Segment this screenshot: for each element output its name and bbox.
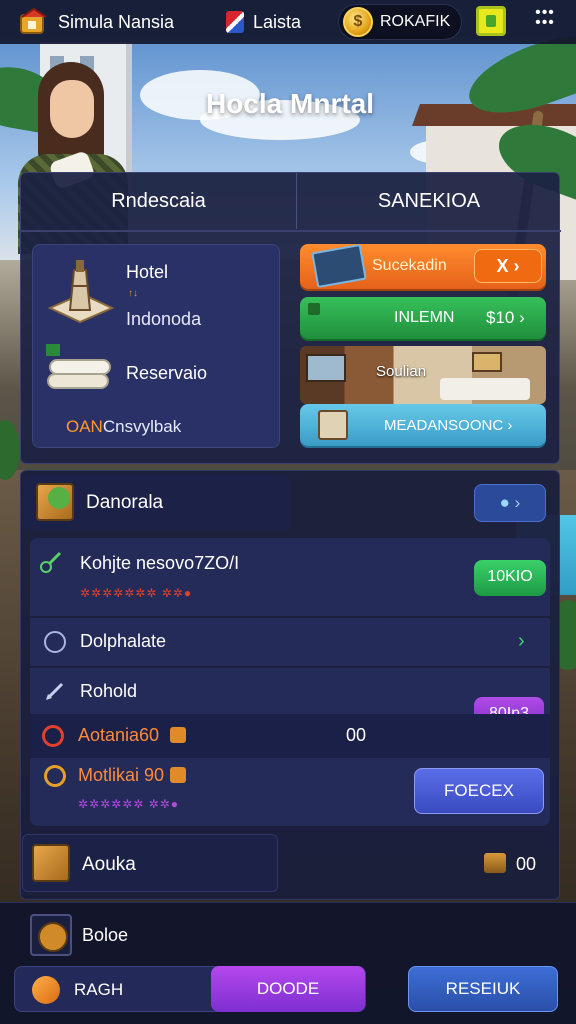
chest-icon (484, 853, 506, 873)
list-item-rating: ✲✲✲✲✲✲✲ ✲✲● (80, 586, 193, 600)
no-entry-icon (42, 725, 64, 747)
badge-icon (170, 727, 186, 743)
tab-ragh[interactable]: RAGH (74, 980, 123, 1000)
hotel-label: Hotel (126, 262, 169, 282)
meadansoonc-label: MEADANSOONC › (384, 417, 513, 434)
ticket-icon (308, 303, 320, 315)
reception-icon (318, 410, 348, 440)
sucekadin-label: Sucekadin (372, 257, 447, 274)
language-selector[interactable]: Laista (253, 12, 301, 33)
app-title: Simula Nansia (58, 12, 175, 32)
close-chip-button[interactable]: X › (474, 249, 542, 283)
chevron-right-icon[interactable]: › (518, 630, 525, 653)
sucekadin-button[interactable]: Sucekadin X › (300, 243, 546, 289)
card-footer-text: OANCnsvylbak (66, 417, 181, 437)
list-item-title: Kohjte nesovo7ZO/I (80, 553, 240, 573)
info-icon (44, 631, 66, 653)
flag-icon[interactable] (226, 11, 244, 33)
inlemn-label: INLEMN (394, 309, 455, 326)
gem-icon[interactable] (476, 6, 506, 36)
towels-icon (46, 344, 111, 389)
card-footer-prefix: OAN (66, 417, 103, 436)
footer-section-label: Boloe (82, 925, 129, 945)
tab-divider (21, 230, 561, 232)
room-preview-label: Soulian (376, 363, 427, 380)
list-item-title: Dolphalate (80, 631, 167, 651)
list-item-action-button[interactable]: 10KIO (474, 560, 546, 596)
list-item-rating: ✲✲✲✲✲✲ ✲✲● (78, 797, 180, 811)
box-icon (32, 844, 70, 882)
crate-icon (36, 483, 74, 521)
tab-sanekioa[interactable]: SANEKIOA (297, 173, 561, 229)
inventory-value: 00 (516, 854, 537, 874)
hotel-tower-icon (47, 260, 115, 324)
list-header-label: Danorala (86, 492, 164, 513)
list-item[interactable] (30, 538, 550, 616)
hotel-tiny-marker: ↑↓ (128, 288, 138, 299)
compass-icon[interactable] (30, 914, 72, 956)
tab-rndescaia[interactable]: Rndescaia (21, 173, 297, 229)
inlemn-button[interactable]: INLEMN $10 › (300, 297, 546, 339)
pencil-icon (46, 682, 64, 700)
badge-icon (170, 767, 186, 783)
bag-icon (32, 976, 60, 1004)
list-item-title: Rohold (80, 681, 138, 701)
inventory-label: Aouka (82, 854, 136, 875)
room-thumbnail-icon (311, 243, 367, 289)
list-item-title: Motlikai 90 (78, 765, 165, 785)
meadansoonc-button[interactable]: MEADANSOONC › (300, 404, 546, 446)
reseiuk-button[interactable]: RESEIUK (408, 966, 558, 1012)
hotel-logo-icon[interactable] (18, 7, 48, 37)
reservation-label: Reservaio (126, 363, 208, 383)
tab-doode[interactable]: DOODE (211, 966, 365, 1012)
list-item-title: Aotania60 (78, 725, 160, 745)
card-footer-label: Cnsvylbak (102, 417, 182, 436)
hero-title: Hocla Mnrtal (205, 88, 375, 119)
coin-icon: $ (343, 7, 373, 37)
coin-balance-value: ROKAFIK (380, 13, 451, 30)
list-item-value: 00 (346, 725, 367, 745)
room-preview-image[interactable]: Soulian (300, 346, 546, 404)
hotel-location: Indonoda (126, 309, 202, 329)
inlemn-price: $10 › (486, 308, 525, 327)
menu-dots-icon[interactable]: ••• ••• (530, 5, 560, 36)
list-header-button[interactable]: ● › (474, 484, 546, 522)
list-item-action-button[interactable]: FOECEX (414, 768, 544, 814)
key-icon (40, 551, 62, 573)
